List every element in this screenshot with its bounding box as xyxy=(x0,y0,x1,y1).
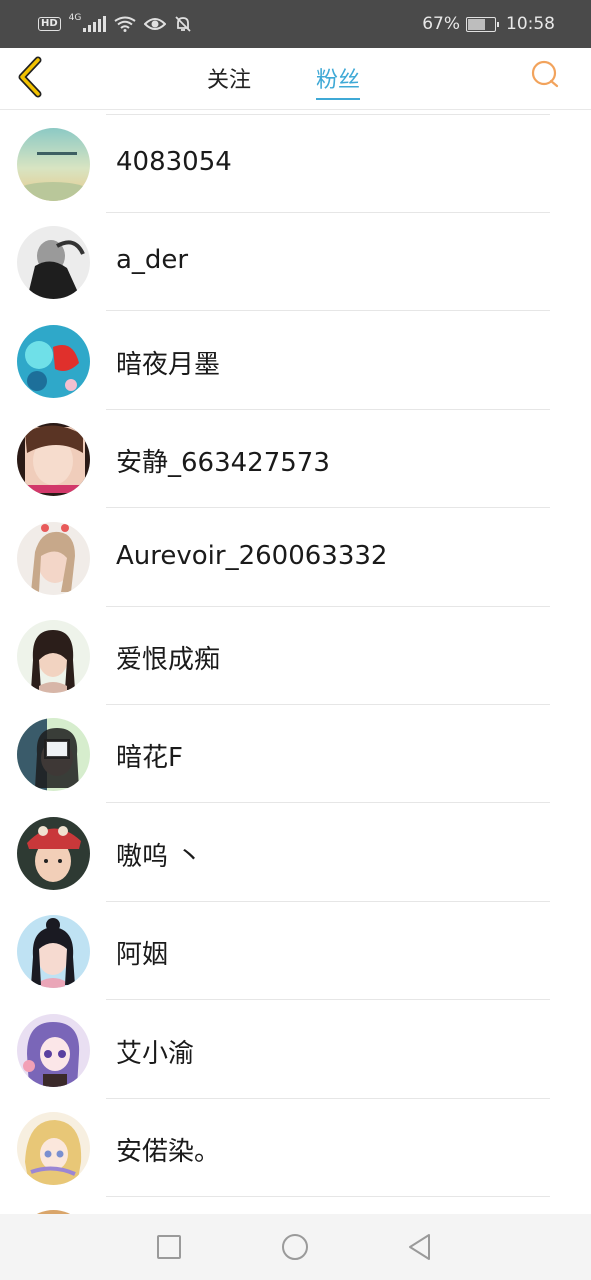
fan-list: 4083054 a_der 暗夜月墨 安静_663427573 Aurevoir… xyxy=(0,114,591,1214)
system-nav-bar xyxy=(0,1214,591,1280)
back-nav-button[interactable] xyxy=(405,1232,435,1262)
avatar xyxy=(17,718,90,792)
fan-name: Aurevoir_260063332 xyxy=(116,540,388,571)
status-bar: HD 4G 67% 10:58 xyxy=(0,0,591,48)
list-item[interactable]: 安偌染。 xyxy=(0,1099,591,1197)
status-right: 67% 10:58 xyxy=(422,14,555,34)
list-item[interactable]: 暗夜月墨 xyxy=(0,312,591,410)
avatar xyxy=(17,915,90,989)
list-item[interactable]: 安静_663427573 xyxy=(0,410,591,509)
list-item[interactable]: 暗花F xyxy=(0,705,591,804)
fan-name: 暗夜月墨 xyxy=(116,349,221,380)
square-icon xyxy=(157,1235,181,1259)
battery-percent: 67% xyxy=(422,14,460,34)
status-left: HD 4G xyxy=(38,13,192,33)
battery-fill xyxy=(468,18,486,30)
search-button[interactable] xyxy=(530,60,560,90)
list-item[interactable]: 阿姻 xyxy=(0,902,591,1001)
list-item[interactable] xyxy=(0,1197,591,1214)
eye-icon xyxy=(144,16,167,32)
list-item[interactable]: Aurevoir_260063332 xyxy=(0,509,591,607)
circle-icon xyxy=(282,1234,308,1260)
avatar xyxy=(17,816,90,890)
status-time: 10:58 xyxy=(506,14,555,34)
home-button[interactable] xyxy=(280,1232,310,1262)
avatar xyxy=(17,324,90,398)
nav-header: 关注 粉丝 xyxy=(0,48,591,110)
signal-icon xyxy=(83,16,107,32)
fan-name: 安偌染。 xyxy=(116,1137,221,1167)
avatar xyxy=(17,620,90,693)
tab-fans[interactable]: 粉丝 xyxy=(316,62,361,100)
search-icon xyxy=(531,60,559,88)
list-item[interactable]: 4083054 xyxy=(0,115,591,213)
list-item[interactable]: 艾小渝 xyxy=(0,1001,591,1099)
avatar xyxy=(17,128,90,201)
network-type: 4G xyxy=(68,13,82,23)
hd-badge: HD xyxy=(38,17,61,31)
tab-bar: 关注 粉丝 xyxy=(0,48,591,110)
recents-button[interactable] xyxy=(154,1232,184,1262)
list-item[interactable]: 嗷呜 丶 xyxy=(0,804,591,902)
avatar xyxy=(17,423,90,497)
fan-name: 艾小渝 xyxy=(116,1038,195,1069)
avatar xyxy=(17,1112,90,1185)
list-item[interactable]: 爱恨成痴 xyxy=(0,607,591,705)
triangle-back-icon xyxy=(409,1234,430,1260)
fan-name: 暗花F xyxy=(116,743,183,774)
wifi-icon xyxy=(114,16,136,32)
fan-name: 嗷呜 丶 xyxy=(116,841,203,872)
avatar xyxy=(17,521,90,595)
avatar xyxy=(17,1013,90,1087)
battery-icon xyxy=(466,16,499,32)
list-item[interactable]: a_der xyxy=(0,213,591,312)
fan-name: 阿姻 xyxy=(116,940,169,971)
bell-off-icon xyxy=(174,15,192,33)
fan-name: 安静_663427573 xyxy=(116,448,330,479)
fan-name: 爱恨成痴 xyxy=(116,645,221,675)
fan-name: 4083054 xyxy=(116,147,232,177)
tab-following[interactable]: 关注 xyxy=(207,62,251,98)
fan-name: a_der xyxy=(116,245,189,276)
avatar xyxy=(17,226,90,300)
